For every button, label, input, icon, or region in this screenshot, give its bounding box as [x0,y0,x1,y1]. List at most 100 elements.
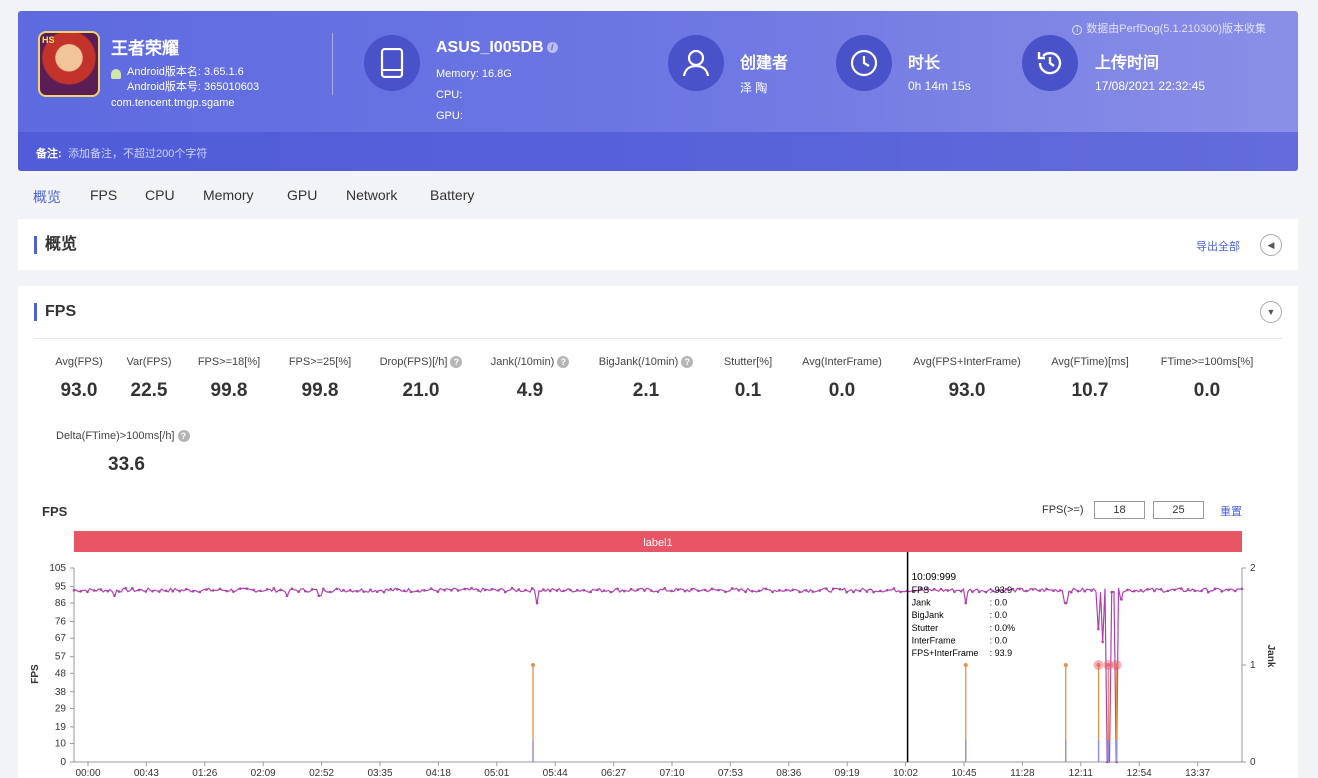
fps-point [964,601,968,605]
fps-chart[interactable]: label1 0 10 19 29 38 48 57 67 76 86 95 105 0 1 2 FPS Jank… [18,528,1298,778]
collapse-left-button[interactable]: ◀ [1260,234,1282,256]
stat-label-text: Delta(FTime)>100ms[/h] [56,430,175,442]
header-info: HS 王者荣耀 Android版本名: 3.65.1.6 Android版本号:… [18,11,1298,132]
fps-point [1096,627,1100,631]
fps-point [1045,587,1048,591]
help-icon[interactable]: ? [177,430,190,443]
threshold-low-input[interactable]: 18 [1094,501,1145,519]
fps-point [171,589,175,593]
fps-point [198,590,202,594]
fps-point [164,589,168,593]
x-tick-label: 03:35 [367,768,392,778]
fps-point [510,586,514,590]
threshold-label: FPS(>=) [1042,504,1084,516]
x-tick-label: 00:43 [134,768,159,778]
x-tick-label: 08:36 [776,768,801,778]
fps-point [328,590,332,594]
device-gpu: GPU: [436,110,463,122]
fps-point [124,586,127,590]
x-tick-label: 02:52 [309,768,334,778]
x-tick-label: 07:53 [718,768,743,778]
x-tick-label: 11:28 [1010,768,1035,778]
jank-highlight [1111,660,1122,670]
y-tick-label: 105 [49,563,66,574]
tab-network[interactable]: Network [346,187,430,207]
jank-point [1063,663,1068,667]
fps-point [1173,588,1176,592]
fps-point [342,588,345,592]
fps-point [117,590,121,593]
collapse-down-button[interactable]: ▼ [1260,301,1282,323]
y-tick-label: 86 [55,598,67,609]
fps-point [791,588,795,592]
fps-point [396,587,399,591]
fps-point [1083,589,1087,593]
fps-point [737,589,741,592]
fps-point [225,589,229,593]
tooltip-key: FPS+InterFrame [912,648,979,658]
game-icon-badge: HS [42,35,55,45]
fps-point [423,589,426,592]
y2-tick-label: 2 [1250,563,1256,574]
export-all-link[interactable]: 导出全部 [1196,238,1240,254]
history-icon [1022,35,1078,91]
fps-point [131,587,134,590]
x-tick-label: 09:19 [835,768,860,778]
fps-point [369,588,372,591]
fps-point [92,589,96,592]
tab-fps[interactable]: FPS [90,187,145,207]
fps-point [1110,590,1114,594]
x-tick-label: 12:11 [1069,768,1094,778]
fps-point [879,589,882,593]
upload-title: 上传时间 [1095,55,1160,72]
user-icon [668,35,724,91]
x-tick-label: 12:54 [1127,768,1152,778]
fps-point [416,589,419,593]
fps-point [683,589,687,593]
tooltip-value: : 0.0% [990,623,1016,633]
creator-title: 创建者 [740,55,789,72]
fps-point [1139,588,1143,592]
fps-point [79,589,83,593]
fps-point [1227,588,1230,592]
fps-point [798,590,801,594]
fps-point [1120,598,1123,601]
fps-point [596,588,599,592]
fps-point [845,590,848,594]
tab-gpu[interactable]: GPU [287,187,346,207]
fps-point [562,589,565,593]
tab-cpu[interactable]: CPU [145,187,203,207]
fps-series-line [73,587,1243,763]
note-input[interactable]: 添加备注，不超过200个字符 [68,145,207,161]
device-info-icon[interactable]: i [546,42,558,54]
reset-button[interactable]: 重置 [1220,503,1242,519]
stat-label-text: Avg(FPS+InterFrame) [913,356,1021,368]
x-tick-label: 10:45 [951,768,976,778]
fps-point [1018,587,1021,591]
y2-tick-label: 1 [1250,660,1256,671]
fps-point [1186,588,1190,591]
fps-point [977,590,981,594]
fps-point [72,588,76,592]
device-name-text: ASUS_I005DB [436,39,544,56]
tab-memory[interactable]: Memory [203,187,287,207]
tab-overview[interactable]: 概览 [33,187,90,207]
fps-title: FPS [34,303,76,321]
fps-point [1240,587,1244,591]
y-tick-label: 95 [55,581,67,592]
source-note-text: 数据由PerfDog(5.1.210300)版本收集 [1086,23,1266,35]
fps-point [1153,589,1156,593]
fps-point [676,588,680,591]
fps-point [348,588,352,592]
device-memory: Memory: 16.8G [436,68,512,80]
upload-value: 17/08/2021 22:32:45 [1095,79,1206,93]
tab-battery[interactable]: Battery [430,187,474,207]
note-bar[interactable]: 备注: 添加备注，不超过200个字符 [18,132,1298,171]
stat-label-text: Avg(FTime)[ms] [1051,356,1129,368]
fps-point [86,590,89,594]
jank-point [963,663,968,667]
threshold-high-input[interactable]: 25 [1153,501,1204,519]
fps-point [569,588,572,592]
fps-point [751,589,754,593]
fps-point [690,588,693,591]
